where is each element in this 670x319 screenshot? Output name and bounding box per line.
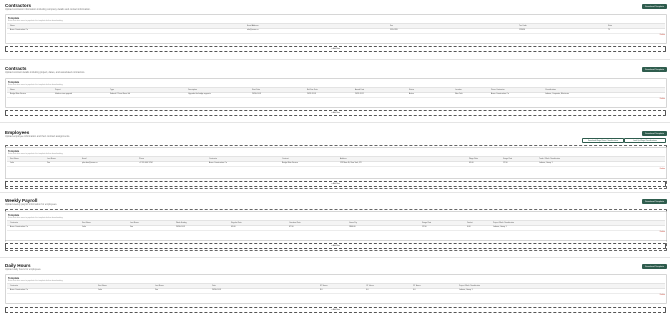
- cell-contract[interactable]: Bridge Main Service: [282, 161, 298, 166]
- cell-date[interactable]: 2024-01-02: [212, 288, 221, 293]
- cell-first-name[interactable]: John: [98, 288, 102, 293]
- weekly-payroll-description: Upload weekly payroll information for em…: [5, 203, 58, 206]
- cell-work-classification[interactable]: Laborer, Group 1: [493, 225, 507, 230]
- contracts-download-button[interactable]: Download Template: [642, 67, 667, 72]
- table-row[interactable]: Acme Construction Co John Doe 2024-01-02…: [7, 288, 665, 294]
- weekly-payroll-template-card: Template Enter test data rows to populat…: [5, 211, 667, 241]
- template-subtitle: Enter test data rows to populate the tem…: [8, 19, 64, 22]
- weekly-payroll-download-button[interactable]: Download Template: [642, 199, 667, 204]
- template-subtitle: Enter test data rows to populate the tem…: [8, 83, 64, 86]
- cell-phone[interactable]: +1 555 000 1234: [139, 161, 153, 166]
- cell-deduct[interactable]: 0.00: [467, 225, 471, 230]
- divider: [0, 192, 670, 193]
- cell-classifications[interactable]: Laborer, Carpenter, Electrician: [545, 92, 569, 97]
- cell-address[interactable]: 123 Main St, New York, NY: [340, 161, 362, 166]
- cell-start-date[interactable]: 2024-01-01: [252, 92, 261, 97]
- cell-description[interactable]: Upgrade the bridge supports: [188, 92, 211, 97]
- delete-row-button[interactable]: Delete: [660, 168, 665, 170]
- cell-last-name[interactable]: Doe: [130, 225, 133, 230]
- cell-email[interactable]: info@acme.co: [247, 28, 259, 33]
- cell-dt-hours[interactable]: 0.0: [413, 288, 416, 293]
- cell-fringe-rate[interactable]: 12.50: [503, 161, 508, 166]
- lookup-wage-classifications-button[interactable]: Look Up Wage Classifications: [624, 138, 666, 144]
- table-row[interactable]: John Doe john.doe@acme.co +1 555 000 123…: [7, 161, 665, 167]
- delete-row-button[interactable]: Delete: [660, 34, 665, 36]
- weekly-payroll-add-row-button[interactable]: + Add Row: [5, 243, 666, 249]
- cell-contractor[interactable]: Acme Construction Co: [10, 225, 28, 230]
- cell-work-classification[interactable]: Laborer, Group 1: [459, 288, 473, 293]
- cell-regular-rate[interactable]: 45.00: [231, 225, 236, 230]
- cell-fax[interactable]: 555-0199: [390, 28, 398, 33]
- cell-award-date[interactable]: 2023-12-15: [355, 92, 364, 97]
- cell-name[interactable]: Bridge Main Service: [10, 92, 26, 97]
- employees-download-button[interactable]: Download Template: [642, 131, 667, 136]
- delete-row-button[interactable]: Delete: [660, 294, 665, 296]
- cell-bid-due-date[interactable]: 2023-12-01: [307, 92, 316, 97]
- cell-project[interactable]: Hudson river upgrade: [55, 92, 72, 97]
- daily-hours-download-button[interactable]: Download Template: [642, 264, 667, 269]
- template-subtitle: Enter test data rows to populate the tem…: [8, 216, 64, 219]
- cell-fringe-rate[interactable]: 12.50: [422, 225, 427, 230]
- cell-state[interactable]: TX: [608, 28, 610, 33]
- cell-gross-pay[interactable]: 1800.00: [349, 225, 356, 230]
- employees-description: Upload employee information and their co…: [5, 135, 70, 138]
- contracts-add-row-button[interactable]: + Add Row: [5, 110, 666, 116]
- cell-last-name[interactable]: Doe: [155, 288, 158, 293]
- contractors-add-row-button[interactable]: + Add Row: [5, 46, 666, 52]
- table-row[interactable]: Acme Construction Co John Doe 2024-01-07…: [7, 225, 665, 231]
- contractors-template-card: Template Enter test data rows to populat…: [5, 14, 667, 44]
- employees-template-card: Template Enter test data rows to populat…: [5, 147, 667, 179]
- cell-name[interactable]: Acme Construction Co: [10, 28, 28, 33]
- cell-work-classification[interactable]: Laborer, Group 1: [539, 161, 553, 166]
- cell-first-name[interactable]: John: [82, 225, 86, 230]
- template-subtitle: Enter test data rows to populate the tem…: [8, 152, 64, 155]
- download-wage-classifications-button[interactable]: Download Wage Rates Classifications: [582, 138, 624, 144]
- cell-ot-hours[interactable]: 0.0: [366, 288, 369, 293]
- cell-st-hours[interactable]: 8.0: [320, 288, 323, 293]
- divider: [0, 257, 670, 258]
- delete-row-button[interactable]: Delete: [660, 98, 665, 100]
- cell-type[interactable]: Federal / Prime Base Job: [110, 92, 130, 97]
- table-row[interactable]: Bridge Main Service Hudson river upgrade…: [7, 92, 665, 98]
- cell-week-ending[interactable]: 2024-01-07: [176, 225, 185, 230]
- cell-location[interactable]: New York: [455, 92, 463, 97]
- cell-last-name[interactable]: Doe: [47, 161, 50, 166]
- table-row[interactable]: Acme Construction Co info@acme.co 555-01…: [7, 28, 665, 34]
- cell-wage-rate[interactable]: 45.00: [469, 161, 474, 166]
- daily-hours-template-card: Template Enter test data rows to populat…: [5, 274, 667, 304]
- cell-contractor[interactable]: Acme Construction Co: [10, 288, 28, 293]
- cell-prime-contractor[interactable]: Acme Construction Co: [491, 92, 509, 97]
- contracts-description: Upload contract details including projec…: [5, 71, 85, 74]
- daily-hours-description: Upload daily hours for employees.: [5, 268, 42, 271]
- cell-contractor[interactable]: Acme Construction Co: [209, 161, 227, 166]
- delete-row-button[interactable]: Delete: [660, 231, 665, 233]
- contractors-description: Upload contractor information including …: [5, 8, 91, 11]
- cell-email[interactable]: john.doe@acme.co: [82, 161, 98, 166]
- cell-tax-code[interactable]: 123456: [519, 28, 525, 33]
- employees-add-row-button[interactable]: + Add Row: [5, 181, 666, 187]
- contractors-download-button[interactable]: Download Template: [642, 4, 667, 9]
- cell-status[interactable]: Active: [409, 92, 414, 97]
- divider: [0, 122, 670, 123]
- daily-hours-add-row-button[interactable]: + Add Row: [5, 307, 666, 313]
- template-subtitle: Enter test data rows to populate the tem…: [8, 279, 64, 282]
- divider: [0, 59, 670, 60]
- contracts-template-card: Template Enter test data rows to populat…: [5, 78, 667, 108]
- cell-overtime-rate[interactable]: 67.50: [289, 225, 294, 230]
- cell-first-name[interactable]: John: [10, 161, 14, 166]
